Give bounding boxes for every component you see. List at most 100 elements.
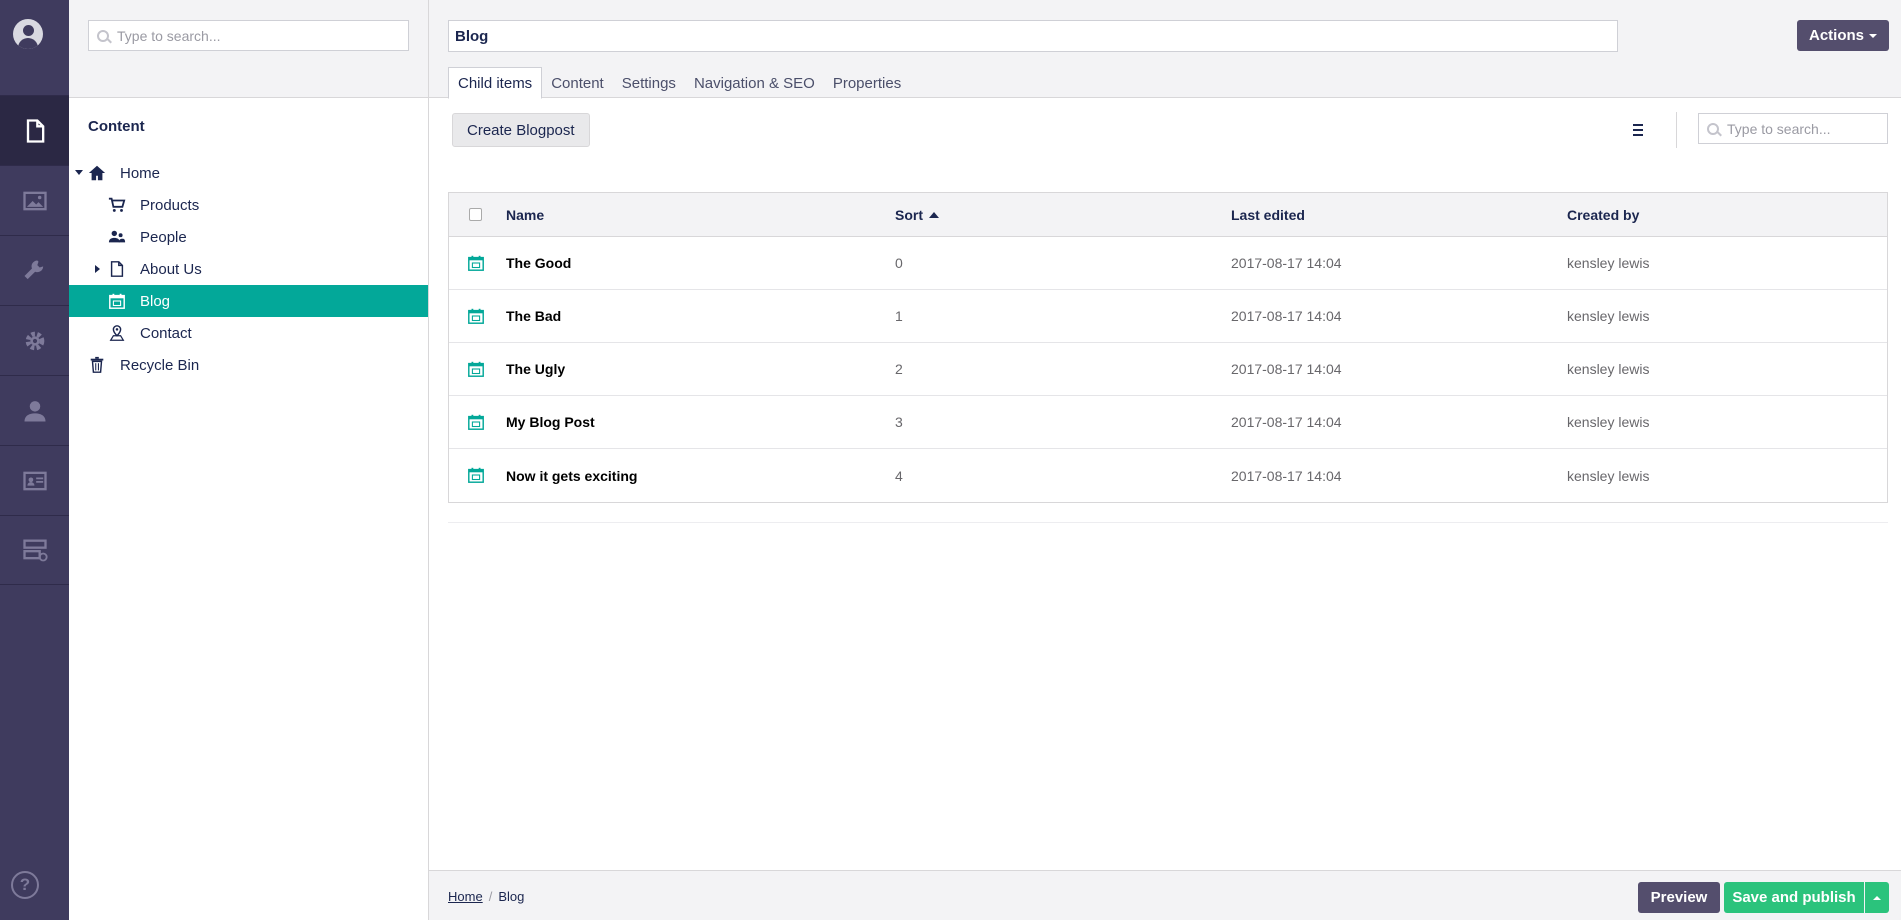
row-created-by: kensley lewis: [1567, 308, 1650, 324]
search-icon: [1707, 122, 1719, 135]
row-name[interactable]: The Good: [506, 255, 571, 271]
row-last-edited: 2017-08-17 14:04: [1231, 308, 1342, 324]
save-and-publish-button[interactable]: Save and publish: [1724, 882, 1864, 913]
table-row[interactable]: The Bad 1 2017-08-17 14:04 kensley lewis: [449, 290, 1887, 343]
editor-tabs: Child items Content Settings Navigation …: [448, 67, 910, 99]
collapse-caret-icon[interactable]: [95, 265, 100, 273]
gear-icon: [25, 331, 44, 350]
actions-label: Actions: [1808, 27, 1864, 44]
search-icon: [97, 29, 109, 42]
chevron-down-icon: [1869, 33, 1877, 38]
chevron-up-icon: [1873, 895, 1881, 900]
section-developer[interactable]: [0, 305, 69, 375]
row-sort: 3: [895, 414, 903, 430]
app-sections-rail: ?: [0, 0, 69, 920]
table-header: Name Sort Last edited Created by: [449, 193, 1887, 237]
tree-item-label: Home: [120, 164, 161, 182]
calendar-icon: [468, 361, 484, 377]
document-icon: [26, 118, 44, 143]
document-icon: [108, 260, 126, 278]
tab-properties[interactable]: Properties: [824, 67, 910, 99]
tree-item-label: Blog: [140, 292, 171, 310]
row-last-edited: 2017-08-17 14:04: [1231, 414, 1342, 430]
toolbar-divider: [1676, 112, 1677, 148]
people-icon: [108, 228, 126, 246]
row-sort: 4: [895, 467, 903, 484]
row-name[interactable]: Now it gets exciting: [506, 468, 637, 484]
table-row[interactable]: The Ugly 2 2017-08-17 14:04 kensley lewi…: [449, 343, 1887, 396]
node-name-input[interactable]: [448, 20, 1618, 52]
tree-item-home[interactable]: Home: [69, 157, 428, 189]
breadcrumb-home[interactable]: Home: [448, 889, 483, 904]
tree-item-contact[interactable]: Contact: [69, 317, 428, 349]
row-name[interactable]: The Ugly: [506, 361, 565, 377]
column-sort-label: Sort: [895, 206, 923, 223]
row-sort: 0: [895, 255, 903, 271]
tab-child-items[interactable]: Child items: [448, 67, 543, 99]
select-all-checkbox[interactable]: [469, 208, 482, 221]
breadcrumb-separator: /: [488, 889, 493, 904]
list-search[interactable]: [1698, 113, 1888, 144]
row-last-edited: 2017-08-17 14:04: [1231, 361, 1342, 377]
calendar-icon: [108, 292, 126, 310]
column-last-edited[interactable]: Last edited: [1231, 207, 1305, 223]
row-created-by: kensley lewis: [1567, 255, 1650, 271]
tree-search[interactable]: [88, 20, 409, 51]
list-view-icon[interactable]: [1633, 124, 1643, 139]
tree-item-label: Products: [140, 196, 200, 214]
help-icon[interactable]: ?: [11, 871, 39, 899]
home-icon: [88, 164, 106, 182]
section-forms[interactable]: [0, 515, 69, 585]
list-search-input[interactable]: [1727, 120, 1887, 137]
actions-button[interactable]: Actions: [1797, 20, 1889, 51]
row-created-by: kensley lewis: [1567, 361, 1650, 377]
row-last-edited: 2017-08-17 14:04: [1231, 467, 1342, 484]
cart-icon: [108, 196, 126, 214]
id-card-icon: [22, 471, 47, 490]
server-icon: [22, 539, 48, 562]
preview-button[interactable]: Preview: [1638, 882, 1720, 913]
tab-navigation-seo[interactable]: Navigation & SEO: [685, 67, 824, 99]
section-content[interactable]: [0, 95, 69, 165]
table-row[interactable]: My Blog Post 3 2017-08-17 14:04 kensley …: [449, 396, 1887, 449]
row-created-by: kensley lewis: [1567, 467, 1650, 484]
column-created-by[interactable]: Created by: [1567, 207, 1639, 223]
content-tree-panel: Content Home Products People About Us: [69, 0, 429, 920]
create-blogpost-button[interactable]: Create Blogpost: [452, 113, 590, 147]
tree-search-input[interactable]: [117, 27, 408, 44]
tree-item-products[interactable]: Products: [69, 189, 428, 221]
calendar-icon: [468, 255, 484, 271]
tree-header: [69, 0, 428, 98]
save-options-button[interactable]: [1865, 882, 1889, 913]
tree-item-recycle-bin[interactable]: Recycle Bin: [69, 349, 428, 381]
wrench-icon: [24, 260, 43, 279]
user-icon: [24, 400, 45, 421]
section-users[interactable]: [0, 375, 69, 445]
user-avatar[interactable]: [13, 19, 43, 49]
tree-item-label: People: [140, 228, 187, 246]
breadcrumb: Home / Blog: [448, 889, 524, 904]
row-created-by: kensley lewis: [1567, 414, 1650, 430]
tab-settings[interactable]: Settings: [613, 67, 685, 99]
row-sort: 1: [895, 308, 903, 324]
child-items-table: Name Sort Last edited Created by The Goo…: [448, 192, 1888, 503]
row-name[interactable]: The Bad: [506, 308, 561, 324]
row-name[interactable]: My Blog Post: [506, 414, 595, 430]
tree-item-label: Contact: [140, 324, 192, 342]
tree-item-blog[interactable]: Blog: [69, 285, 428, 317]
table-row[interactable]: Now it gets exciting 4 2017-08-17 14:04 …: [449, 449, 1887, 502]
tree-item-people[interactable]: People: [69, 221, 428, 253]
expand-caret-icon[interactable]: [75, 170, 83, 175]
tree-heading: Content: [88, 118, 145, 135]
pagination-divider: [448, 522, 1888, 523]
table-row[interactable]: The Good 0 2017-08-17 14:04 kensley lewi…: [449, 237, 1887, 290]
column-name[interactable]: Name: [506, 207, 544, 223]
section-media[interactable]: [0, 165, 69, 235]
section-members[interactable]: [0, 445, 69, 515]
tree-item-about-us[interactable]: About Us: [69, 253, 428, 285]
editor-header: Actions Child items Content Settings Nav…: [429, 0, 1901, 99]
editor-footer: Home / Blog Preview Save and publish: [429, 870, 1901, 920]
tab-content[interactable]: Content: [542, 67, 613, 99]
section-settings[interactable]: [0, 235, 69, 305]
column-sort[interactable]: Sort: [895, 207, 939, 223]
